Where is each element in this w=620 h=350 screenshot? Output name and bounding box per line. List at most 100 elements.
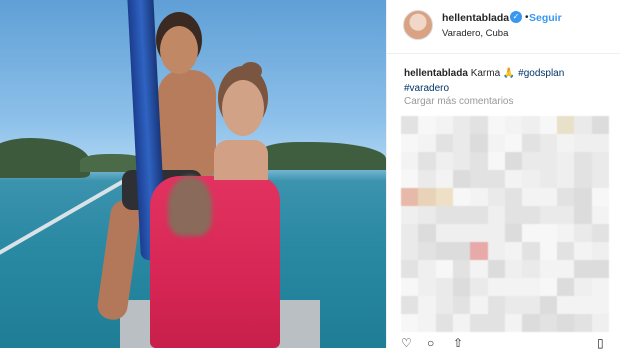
mosaic-cell xyxy=(557,188,575,206)
post-photo[interactable] xyxy=(0,0,386,348)
mosaic-cell xyxy=(487,242,505,260)
mosaic-cell xyxy=(574,224,592,242)
mosaic-cell xyxy=(453,152,471,170)
mosaic-cell xyxy=(401,242,419,260)
mosaic-cell xyxy=(591,170,609,188)
mosaic-cell xyxy=(522,188,540,206)
mosaic-cell xyxy=(539,278,557,296)
comments-pixelated xyxy=(401,116,609,332)
mosaic-cell xyxy=(505,152,523,170)
mosaic-cell xyxy=(557,278,575,296)
mosaic-cell xyxy=(453,296,471,314)
mosaic-cell xyxy=(591,314,609,332)
mosaic-cell xyxy=(453,260,471,278)
post-header: hellentablada ✓ • Seguir Varadero, Cuba xyxy=(387,0,620,54)
load-more-comments-button[interactable]: Cargar más comentarios xyxy=(404,96,513,107)
mosaic-cell xyxy=(435,116,453,134)
mosaic-cell xyxy=(418,260,436,278)
mosaic-cell xyxy=(453,224,471,242)
mosaic-cell xyxy=(591,296,609,314)
verified-badge-icon: ✓ xyxy=(510,11,522,23)
location-link[interactable]: Varadero, Cuba xyxy=(442,28,508,39)
mosaic-cell xyxy=(435,134,453,152)
mosaic-cell xyxy=(470,170,488,188)
mosaic-cell xyxy=(487,224,505,242)
mosaic-cell xyxy=(453,314,471,332)
mosaic-cell xyxy=(505,116,523,134)
mosaic-cell xyxy=(522,116,540,134)
mosaic-cell xyxy=(505,314,523,332)
mosaic-cell xyxy=(522,296,540,314)
mosaic-cell xyxy=(453,278,471,296)
mosaic-cell xyxy=(401,206,419,224)
mosaic-cell xyxy=(435,296,453,314)
person-woman-head xyxy=(222,80,264,136)
mosaic-cell xyxy=(418,242,436,260)
mosaic-cell xyxy=(418,188,436,206)
post-side-panel: hellentablada ✓ • Seguir Varadero, Cuba … xyxy=(386,0,620,350)
mosaic-cell xyxy=(418,170,436,188)
mosaic-cell xyxy=(574,278,592,296)
mosaic-cell xyxy=(591,116,609,134)
mosaic-cell xyxy=(574,296,592,314)
mosaic-cell xyxy=(418,224,436,242)
mosaic-cell xyxy=(418,314,436,332)
mosaic-cell xyxy=(574,188,592,206)
mosaic-cell xyxy=(418,134,436,152)
mosaic-cell xyxy=(435,152,453,170)
mosaic-cell xyxy=(557,134,575,152)
mosaic-cell xyxy=(539,260,557,278)
person-child-blurred xyxy=(168,176,212,236)
hashtag-link[interactable]: #varadero xyxy=(404,83,449,94)
praying-hands-icon: 🙏 xyxy=(502,68,516,79)
mosaic-cell xyxy=(470,260,488,278)
mosaic-cell xyxy=(574,260,592,278)
mosaic-cell xyxy=(522,224,540,242)
mosaic-cell xyxy=(453,134,471,152)
mosaic-cell xyxy=(539,206,557,224)
mosaic-cell xyxy=(401,296,419,314)
mosaic-cell xyxy=(574,134,592,152)
mosaic-cell xyxy=(470,278,488,296)
mosaic-cell xyxy=(401,260,419,278)
mosaic-cell xyxy=(487,116,505,134)
hashtag-link[interactable]: #godsplan xyxy=(518,68,564,79)
caption-author-link[interactable]: hellentablada xyxy=(404,68,468,79)
mosaic-cell xyxy=(574,152,592,170)
mosaic-cell xyxy=(487,314,505,332)
mosaic-cell xyxy=(522,260,540,278)
mosaic-cell xyxy=(435,278,453,296)
mosaic-cell xyxy=(401,224,419,242)
mosaic-cell xyxy=(453,116,471,134)
mosaic-cell xyxy=(435,260,453,278)
username-link[interactable]: hellentablada xyxy=(442,12,509,24)
post-caption: hellentablada Karma 🙏 #godsplan #varader… xyxy=(404,66,609,96)
mosaic-cell xyxy=(453,206,471,224)
mosaic-cell xyxy=(470,206,488,224)
mosaic-cell xyxy=(539,116,557,134)
person-man xyxy=(158,70,216,180)
mosaic-cell xyxy=(487,278,505,296)
mosaic-cell xyxy=(487,260,505,278)
person-woman xyxy=(214,140,268,180)
mosaic-cell xyxy=(574,170,592,188)
mosaic-cell xyxy=(557,170,575,188)
mosaic-cell xyxy=(557,152,575,170)
mosaic-cell xyxy=(487,170,505,188)
follow-button[interactable]: Seguir xyxy=(529,12,562,24)
mosaic-cell xyxy=(435,314,453,332)
caption-text: Karma xyxy=(470,68,501,79)
mosaic-cell xyxy=(539,134,557,152)
separator-dot: • xyxy=(525,12,529,23)
avatar[interactable] xyxy=(403,10,433,40)
mosaic-cell xyxy=(487,296,505,314)
mosaic-cell xyxy=(401,116,419,134)
mosaic-cell xyxy=(557,242,575,260)
mosaic-cell xyxy=(418,278,436,296)
mosaic-cell xyxy=(470,224,488,242)
mosaic-cell xyxy=(401,278,419,296)
mosaic-cell xyxy=(401,188,419,206)
mosaic-cell xyxy=(557,206,575,224)
mosaic-cell xyxy=(435,188,453,206)
mosaic-cell xyxy=(453,170,471,188)
